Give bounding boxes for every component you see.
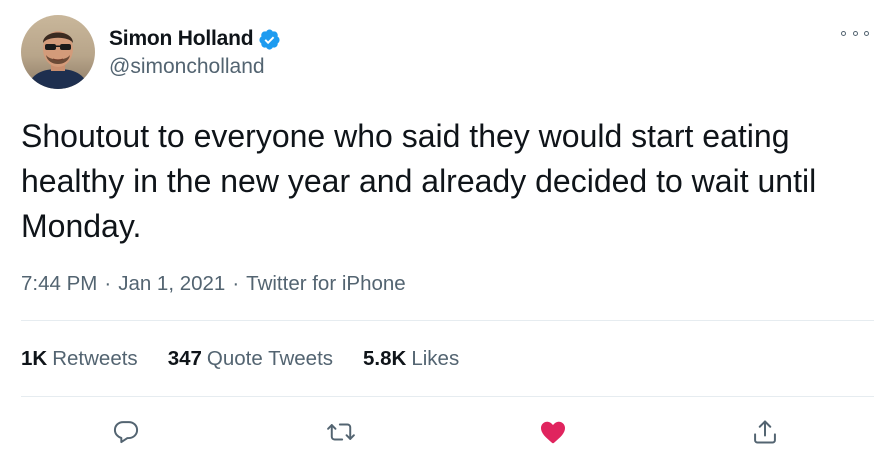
likes-label: Likes bbox=[411, 347, 460, 370]
heart-icon bbox=[538, 418, 568, 451]
avatar-image bbox=[21, 15, 95, 89]
share-icon bbox=[751, 418, 779, 451]
tweet-card: Simon Holland @simoncholland Shoutout to… bbox=[0, 0, 886, 460]
display-name[interactable]: Simon Holland bbox=[109, 27, 254, 51]
tweet-header: Simon Holland @simoncholland bbox=[21, 15, 281, 89]
more-dot bbox=[864, 30, 869, 36]
quote-tweets-label: Quote Tweets bbox=[206, 347, 334, 370]
tweet-date[interactable]: Jan 1, 2021 bbox=[118, 272, 225, 296]
more-dot bbox=[841, 30, 846, 36]
tweet-source[interactable]: Twitter for iPhone bbox=[246, 272, 406, 296]
tweet-stats: 1K Retweets 347 Quote Tweets 5.8K Likes bbox=[21, 344, 489, 374]
meta-separator: · bbox=[104, 272, 112, 295]
author-handle[interactable]: @simoncholland bbox=[109, 55, 281, 79]
more-options-icon[interactable] bbox=[841, 27, 869, 39]
divider bbox=[21, 396, 874, 397]
reply-icon bbox=[112, 418, 140, 451]
retweet-button[interactable] bbox=[324, 417, 358, 451]
more-dot bbox=[852, 30, 858, 36]
meta-separator: · bbox=[232, 272, 240, 295]
tweet-time[interactable]: 7:44 PM bbox=[21, 272, 97, 296]
retweets-count: 1K bbox=[21, 347, 48, 370]
retweet-icon bbox=[326, 418, 356, 451]
tweet-metadata: 7:44 PM · Jan 1, 2021 · Twitter for iPho… bbox=[21, 270, 406, 298]
tweet-actions bbox=[0, 412, 886, 456]
retweets-stat[interactable]: 1K Retweets bbox=[21, 347, 138, 371]
divider bbox=[21, 320, 874, 321]
avatar[interactable] bbox=[21, 15, 95, 89]
quote-tweets-stat[interactable]: 347 Quote Tweets bbox=[168, 347, 333, 371]
display-name-row: Simon Holland bbox=[109, 25, 281, 53]
author-names: Simon Holland @simoncholland bbox=[109, 25, 281, 79]
like-button[interactable] bbox=[536, 417, 570, 451]
verified-badge-icon bbox=[258, 28, 281, 51]
share-button[interactable] bbox=[748, 417, 782, 451]
likes-count: 5.8K bbox=[363, 347, 407, 370]
likes-stat[interactable]: 5.8K Likes bbox=[363, 347, 459, 371]
retweets-label: Retweets bbox=[52, 347, 138, 370]
tweet-text: Shoutout to everyone who said they would… bbox=[21, 118, 817, 244]
quote-tweets-count: 347 bbox=[167, 347, 202, 370]
reply-button[interactable] bbox=[109, 417, 143, 451]
